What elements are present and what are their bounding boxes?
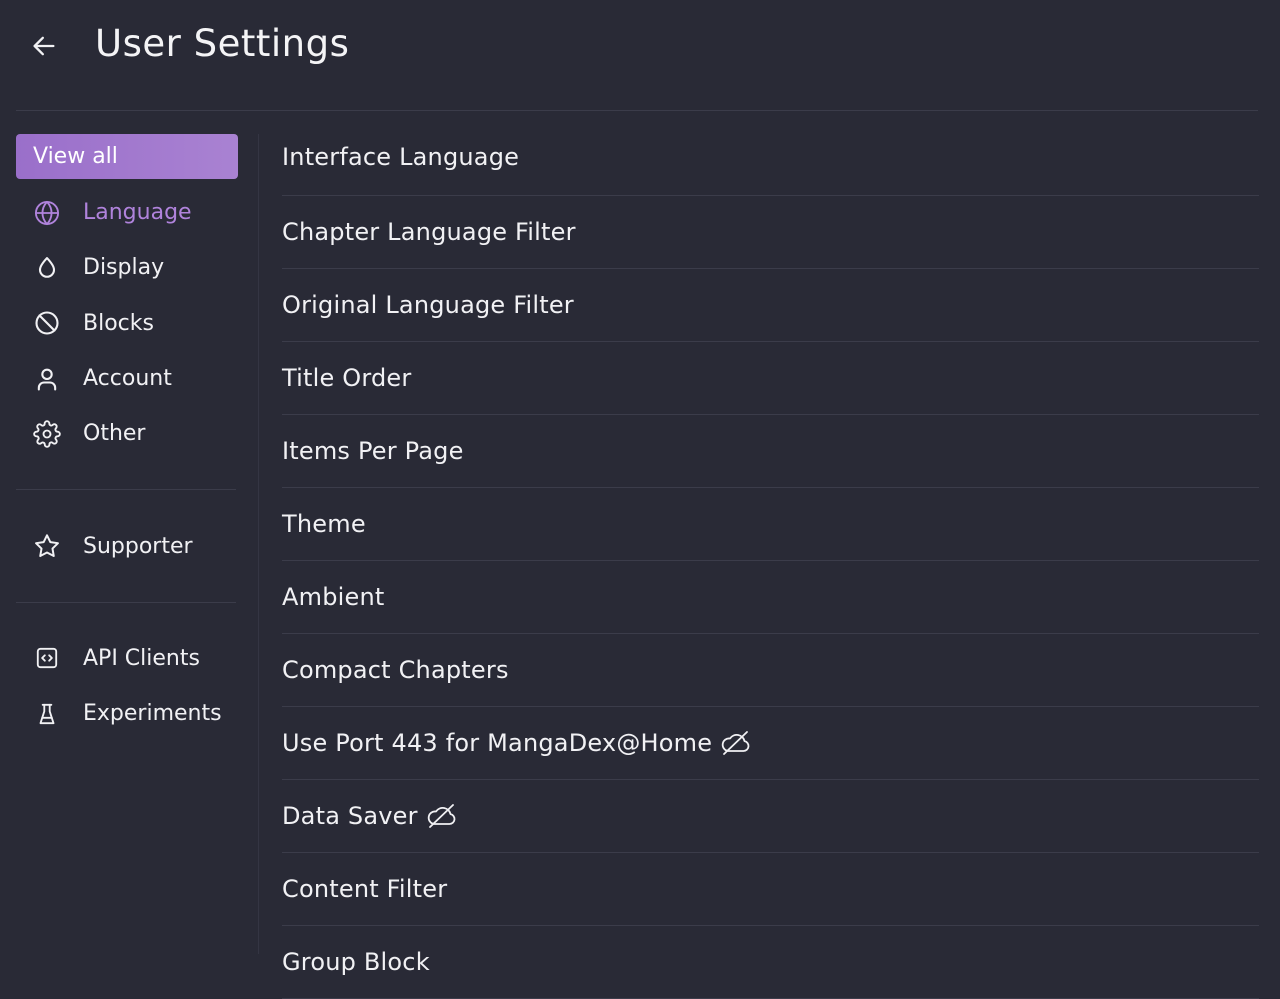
sidebar-item-label: Display [83,255,165,281]
page-title: User Settings [95,22,350,65]
sidebar-item-label: Other [83,421,146,447]
cloud-off-icon [720,729,752,757]
setting-label: Ambient [282,583,385,611]
setting-label: Items Per Page [282,437,464,465]
code-square-icon [32,643,62,673]
sidebar-item-label: Blocks [83,310,154,336]
view-all-button[interactable]: View all [16,134,238,179]
sidebar-item-other[interactable]: Other [16,406,238,461]
arrow-left-icon [30,32,58,60]
setting-row-use-port-443-for-mangadex-home[interactable]: Use Port 443 for MangaDex@Home [282,707,1259,780]
sidebar-item-supporter[interactable]: Supporter [16,518,238,573]
setting-label: Interface Language [282,142,520,171]
setting-label: Compact Chapters [282,656,509,684]
setting-row-compact-chapters[interactable]: Compact Chapters [282,634,1259,707]
globe-icon [32,198,62,228]
header-divider [16,110,1258,111]
sidebar-item-api-clients[interactable]: API Clients [16,631,238,686]
cloud-off-icon [426,802,458,830]
sidebar-divider [258,134,259,954]
droplet-icon [32,253,62,283]
setting-row-chapter-language-filter[interactable]: Chapter Language Filter [282,196,1259,269]
sidebar-item-display[interactable]: Display [16,240,238,295]
setting-label: Original Language Filter [282,291,574,319]
sidebar-item-label: Account [83,366,172,392]
settings-sidebar: View all Language Display Blocks Account Oth… [16,134,238,741]
sidebar-group: API Clients Experiments [16,631,238,742]
sidebar-item-label: Experiments [83,701,222,727]
back-button[interactable] [28,30,60,62]
sidebar-group: Supporter [16,518,238,573]
view-all-label: View all [33,144,118,169]
setting-label: Group Block [282,948,430,976]
setting-row-group-block[interactable]: Group Block [282,926,1259,999]
sidebar-item-label: Supporter [83,533,193,559]
sidebar-item-language[interactable]: Language [16,185,238,240]
sidebar-item-account[interactable]: Account [16,351,238,406]
setting-row-interface-language[interactable]: Interface Language [282,118,1259,196]
setting-row-items-per-page[interactable]: Items Per Page [282,415,1259,488]
setting-row-theme[interactable]: Theme [282,488,1259,561]
setting-label: Chapter Language Filter [282,218,576,246]
setting-label: Theme [282,510,366,538]
page-header: User Settings [0,0,1280,92]
sidebar-item-experiments[interactable]: Experiments [16,686,238,741]
settings-list: Interface Language Chapter Language Filte… [282,118,1259,999]
setting-row-data-saver[interactable]: Data Saver [282,780,1259,853]
sidebar-item-label: Language [83,200,192,226]
flask-icon [32,699,62,729]
setting-label: Data Saver [282,802,418,830]
setting-row-ambient[interactable]: Ambient [282,561,1259,634]
setting-label: Content Filter [282,875,448,903]
sidebar-group: Language Display Blocks Account Other [16,185,238,461]
setting-row-original-language-filter[interactable]: Original Language Filter [282,269,1259,342]
setting-label: Title Order [282,364,412,392]
gear-icon [32,419,62,449]
user-icon [32,364,62,394]
setting-row-title-order[interactable]: Title Order [282,342,1259,415]
star-icon [32,531,62,561]
sidebar-item-label: API Clients [83,645,200,671]
setting-row-content-filter[interactable]: Content Filter [282,853,1259,926]
sidebar-item-blocks[interactable]: Blocks [16,296,238,351]
ban-icon [32,308,62,338]
setting-label: Use Port 443 for MangaDex@Home [282,729,713,757]
